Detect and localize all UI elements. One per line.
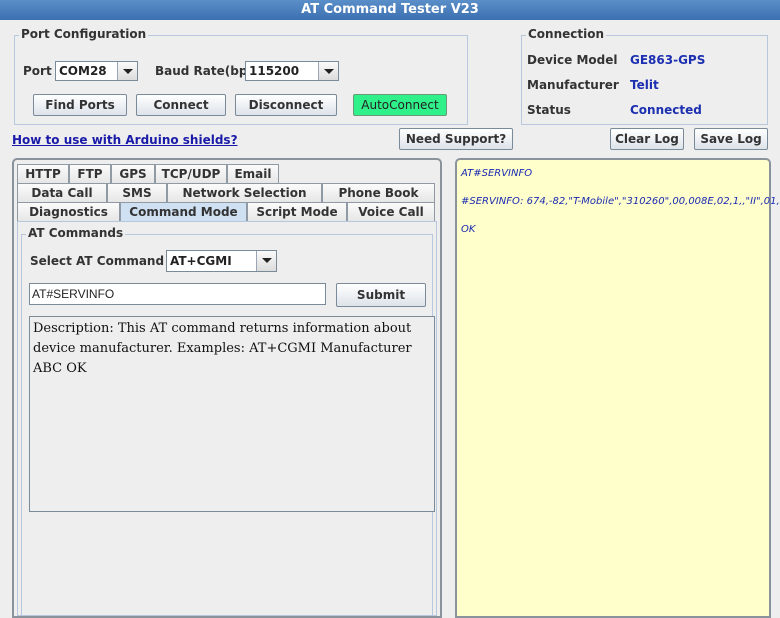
- need-support-button[interactable]: Need Support?: [399, 128, 513, 150]
- at-command-select-value: AT+CGMI: [170, 254, 232, 268]
- baud-rate-select-value: 115200: [249, 64, 300, 78]
- chevron-down-icon[interactable]: [318, 62, 338, 80]
- chevron-down-icon[interactable]: [117, 62, 137, 80]
- tab-script-mode[interactable]: Script Mode: [247, 202, 347, 221]
- tab-email[interactable]: Email: [227, 164, 279, 183]
- tab-sms[interactable]: SMS: [107, 183, 167, 202]
- manufacturer-label: Manufacturer: [527, 78, 619, 92]
- tab-tcp-udp[interactable]: TCP/UDP: [155, 164, 227, 183]
- find-ports-button[interactable]: Find Ports: [33, 94, 127, 116]
- baud-rate-select[interactable]: 115200: [245, 61, 339, 81]
- disconnect-button[interactable]: Disconnect: [235, 94, 337, 116]
- tab-diagnostics[interactable]: Diagnostics: [17, 202, 120, 221]
- tab-phone-book[interactable]: Phone Book: [322, 183, 435, 202]
- manufacturer-value: Telit: [630, 78, 659, 92]
- log-line: OK: [461, 224, 476, 235]
- window-title: AT Command Tester V23: [0, 0, 780, 20]
- status-label: Status: [527, 103, 571, 117]
- port-label: Port: [23, 64, 52, 78]
- tab-network-selection[interactable]: Network Selection: [167, 183, 322, 202]
- tab-data-call[interactable]: Data Call: [17, 183, 107, 202]
- device-model-label: Device Model: [527, 53, 618, 67]
- tabbed-panel: HTTP FTP GPS TCP/UDP Email Data Call SMS…: [12, 158, 442, 618]
- tab-voice-call[interactable]: Voice Call: [347, 202, 435, 221]
- tab-ftp[interactable]: FTP: [69, 164, 111, 183]
- port-configuration-title: Port Configuration: [19, 27, 149, 41]
- log-line: AT#SERVINFO: [461, 168, 533, 179]
- connect-button[interactable]: Connect: [136, 94, 226, 116]
- connection-title: Connection: [526, 27, 607, 41]
- at-command-input[interactable]: [29, 283, 326, 305]
- log-line: #SERVINFO: 674,-82,"T-Mobile","310260",0…: [461, 196, 780, 207]
- tab-gps[interactable]: GPS: [111, 164, 155, 183]
- autoconnect-button[interactable]: AutoConnect: [353, 94, 447, 116]
- select-at-command-label: Select AT Command: [30, 254, 165, 268]
- at-commands-title: AT Commands: [26, 226, 126, 240]
- chevron-down-icon[interactable]: [256, 251, 276, 271]
- save-log-button[interactable]: Save Log: [694, 128, 768, 150]
- command-description: Description: This AT command returns inf…: [29, 316, 435, 512]
- command-mode-content: AT Commands Select AT Command AT+CGMI Su…: [17, 221, 437, 616]
- port-select-value: COM28: [59, 64, 107, 78]
- port-select[interactable]: COM28: [55, 61, 138, 81]
- tab-command-mode[interactable]: Command Mode: [120, 202, 247, 221]
- clear-log-button[interactable]: Clear Log: [610, 128, 684, 150]
- status-value: Connected: [630, 103, 702, 117]
- response-log[interactable]: AT#SERVINFO #SERVINFO: 674,-82,"T-Mobile…: [455, 158, 780, 618]
- submit-button[interactable]: Submit: [336, 283, 426, 307]
- tab-http[interactable]: HTTP: [17, 164, 69, 183]
- device-model-value: GE863-GPS: [630, 53, 706, 67]
- at-command-select[interactable]: AT+CGMI: [166, 250, 277, 272]
- arduino-help-link[interactable]: How to use with Arduino shields?: [12, 133, 238, 147]
